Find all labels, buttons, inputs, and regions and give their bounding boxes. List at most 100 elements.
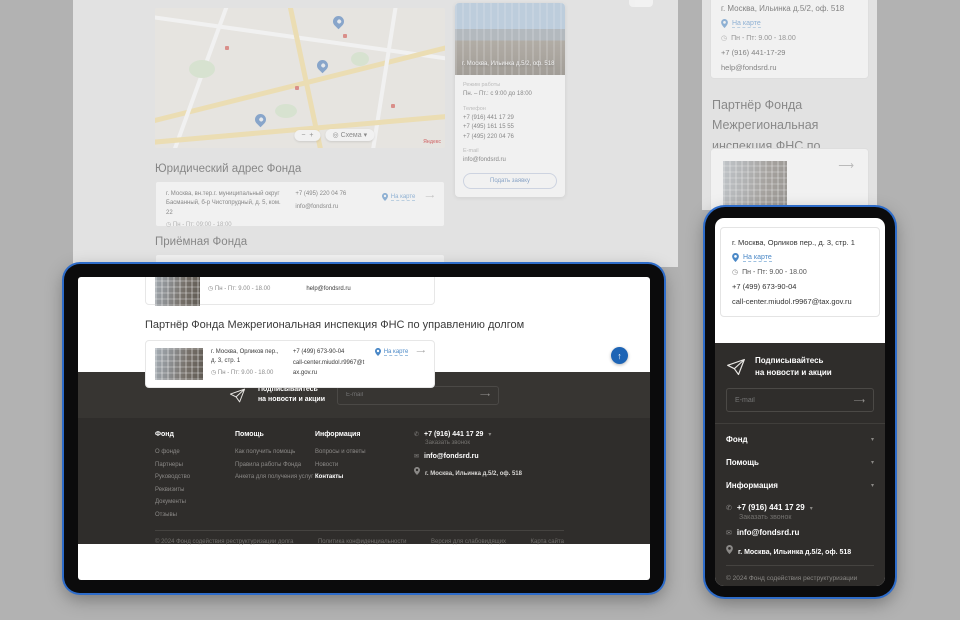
map-pin-icon (382, 193, 388, 201)
building-photo: г. Москва, Ильинка д.5/2, оф. 518 (455, 3, 565, 75)
footer-link[interactable]: Документы (155, 496, 235, 509)
legal-address-card[interactable]: г. Москва, вн.тер.г. муниципальный округ… (155, 181, 445, 227)
map-pin-icon (721, 19, 728, 28)
card-arrow-link[interactable]: ⟶ (838, 159, 854, 172)
address-text: г. Москва, Орликов пер., д. 3, стр. 1 (732, 238, 868, 247)
subscribe-submit-arrow[interactable]: ⟶ (480, 391, 490, 399)
chevron-down-icon: ▾ (871, 459, 874, 466)
email-label: E-mail (463, 148, 557, 154)
footer-address: г. Москва, Ильинка д.5/2, оф. 518 (738, 549, 851, 556)
paper-plane-icon (726, 357, 746, 377)
tablet-device-frame: ◷ Пн - Пт: 9.00 - 18.00 help@fondsrd.ru … (64, 264, 664, 593)
phone-icon: ✆ (414, 431, 419, 438)
accessibility-version-link[interactable]: Версия для слабовидящих (431, 539, 506, 545)
email-link[interactable]: help@fondsrd.ru (721, 63, 858, 72)
schedule-text: Пн - Пт: 09:00 - 18:00 (173, 222, 232, 228)
email-link[interactable]: info@fondsrd.ru (463, 156, 557, 166)
schedule-text: Пн - Пт: 9.00 - 18.00 (215, 286, 270, 292)
footer-column-title: Фонд (155, 431, 235, 438)
building-thumbnail (155, 348, 203, 380)
card-arrow-link[interactable]: ⟶ (425, 193, 434, 202)
tablet-footer: Подписывайтесьна новости и акции ⟶ Фонд … (78, 372, 650, 544)
footer-link[interactable]: О фонде (155, 446, 235, 459)
partner-card-mobile-clipped[interactable]: ⟶ (710, 148, 869, 210)
subscribe-input-wrap: ⟶ (337, 386, 499, 405)
footer-link[interactable]: Отзывы (155, 509, 235, 522)
tablet-screen: ◷ Пн - Пт: 9.00 - 18.00 help@fondsrd.ru … (78, 277, 650, 580)
footer-column-title: Информация (315, 431, 395, 438)
phone-link[interactable]: +7 (495) 220 04 76 (463, 133, 557, 143)
phone-link[interactable]: +7 (499) 673-90-04 (293, 348, 367, 357)
footer-link[interactable]: Правила работы Фонда (235, 459, 315, 472)
chevron-down-icon: ▾ (364, 131, 368, 139)
footer-link[interactable]: Реквизиты (155, 484, 235, 497)
footer-email-link[interactable]: info@fondsrd.ru (424, 453, 479, 460)
map-pin-icon (732, 253, 739, 262)
email-link[interactable]: info@fondsrd.ru (295, 203, 371, 212)
address-text: г. Москва, Орликов пер., д. 3, стр. 1 (211, 348, 285, 367)
sitemap-link[interactable]: Карта сайта (531, 539, 564, 545)
scroll-to-top-button[interactable]: ↑ (611, 347, 628, 364)
phone-link[interactable]: +7 (916) 441 17 29 (463, 114, 557, 124)
accordion-fond[interactable]: Фонд▾ (715, 428, 885, 451)
reception-card-mobile[interactable]: г. Москва, Ильинка д.5/2, оф. 518 На кар… (710, 0, 869, 79)
footer-link[interactable]: Руководство (155, 471, 235, 484)
map-layer-label: Схема (341, 132, 362, 139)
map-pin[interactable] (315, 58, 331, 74)
footer-link[interactable]: Как получить помощь (235, 446, 315, 459)
mobile-preview-strip: г. Москва, Ильинка д.5/2, оф. 518 На кар… (702, 0, 877, 210)
submit-application-button[interactable]: Подать заявку (463, 173, 557, 189)
partner-card[interactable]: г. Москва, Орликов пер., д. 3, стр. 1 ◷ … (145, 340, 435, 388)
copyright-text: © 2024 Фонд содействия реструктуризации … (155, 539, 293, 545)
zoom-in-icon[interactable]: + (309, 132, 313, 139)
phone-link[interactable]: +7 (916) 441-17-29 (721, 48, 858, 57)
map-link[interactable]: На карте (391, 194, 416, 201)
footer-link[interactable]: Анкета для получения услуг (235, 471, 315, 484)
footer-email-link[interactable]: info@fondsrd.ru (737, 528, 799, 537)
schedule-text: Пн - Пт: 9.00 - 18.00 (731, 35, 796, 42)
callback-link[interactable]: Заказать звонок (739, 514, 874, 521)
footer-link[interactable]: Новости (315, 459, 395, 472)
card-arrow-link[interactable]: ⟶ (416, 348, 425, 357)
map-park (189, 60, 215, 78)
footer-link-contacts-active[interactable]: Контакты (315, 471, 395, 484)
footer-link[interactable]: Партнеры (155, 459, 235, 472)
subscribe-submit-arrow[interactable]: ⟶ (854, 396, 865, 405)
map-pin[interactable] (331, 14, 347, 30)
reception-card-clipped[interactable]: ◷ Пн - Пт: 9.00 - 18.00 help@fondsrd.ru (145, 277, 435, 305)
map-link[interactable]: На карте (384, 349, 409, 356)
phone-link[interactable]: +7 (495) 161 15 55 (463, 123, 557, 133)
map-zoom-controls[interactable]: − + (294, 130, 320, 141)
map-link[interactable]: На карте (732, 20, 761, 28)
zoom-out-icon[interactable]: − (301, 132, 305, 139)
reception-heading: Приёмная Фонда (155, 236, 247, 248)
clipped-ui-element (629, 0, 653, 7)
accordion-help[interactable]: Помощь▾ (715, 451, 885, 474)
map-pin-icon (375, 348, 381, 356)
email-input[interactable] (735, 397, 839, 404)
email-link[interactable]: help@fondsrd.ru (306, 285, 350, 294)
metro-marker (343, 34, 347, 38)
email-link[interactable]: call-center.miudol.r9967@tax.gov.ru (732, 297, 868, 306)
accordion-info[interactable]: Информация▾ (715, 474, 885, 497)
footer-phone-link[interactable]: +7 (916) 441 17 29 (424, 431, 483, 438)
subscribe-title-line1: Подписывайтесь (755, 356, 823, 365)
paper-plane-icon (229, 387, 246, 404)
phone-link[interactable]: +7 (495) 220 04 76 (295, 190, 371, 199)
map-pin[interactable] (253, 112, 269, 128)
phone-link[interactable]: +7 (499) 673-90-04 (732, 282, 868, 291)
email-input[interactable] (346, 392, 461, 398)
partner-card-mobile[interactable]: г. Москва, Орликов пер., д. 3, стр. 1 На… (720, 227, 880, 317)
privacy-policy-link[interactable]: Политика конфиденциальности (318, 539, 407, 545)
partner-heading: Партнёр Фонда Межрегиональная инспекция … (145, 319, 650, 331)
footer-phone-link[interactable]: +7 (916) 441 17 29 (737, 503, 805, 512)
chevron-down-icon: ▾ (810, 505, 813, 512)
callback-link[interactable]: Заказать звонок (425, 440, 564, 446)
footer-link[interactable]: Вопросы и ответы (315, 446, 395, 459)
map-link[interactable]: На карте (743, 254, 772, 262)
email-link[interactable]: call-center.miudol.r9967@tax.gov.ru (293, 359, 367, 378)
map-layer-selector[interactable]: ◎ Схема ▾ (326, 129, 375, 141)
address-text: г. Москва, вн.тер.г. муниципальный округ… (166, 190, 285, 218)
desktop-preview-panel: − + ◎ Схема ▾ Яндекс г. Москва, Ильинка … (73, 0, 678, 267)
yandex-map[interactable]: − + ◎ Схема ▾ Яндекс (155, 8, 445, 148)
